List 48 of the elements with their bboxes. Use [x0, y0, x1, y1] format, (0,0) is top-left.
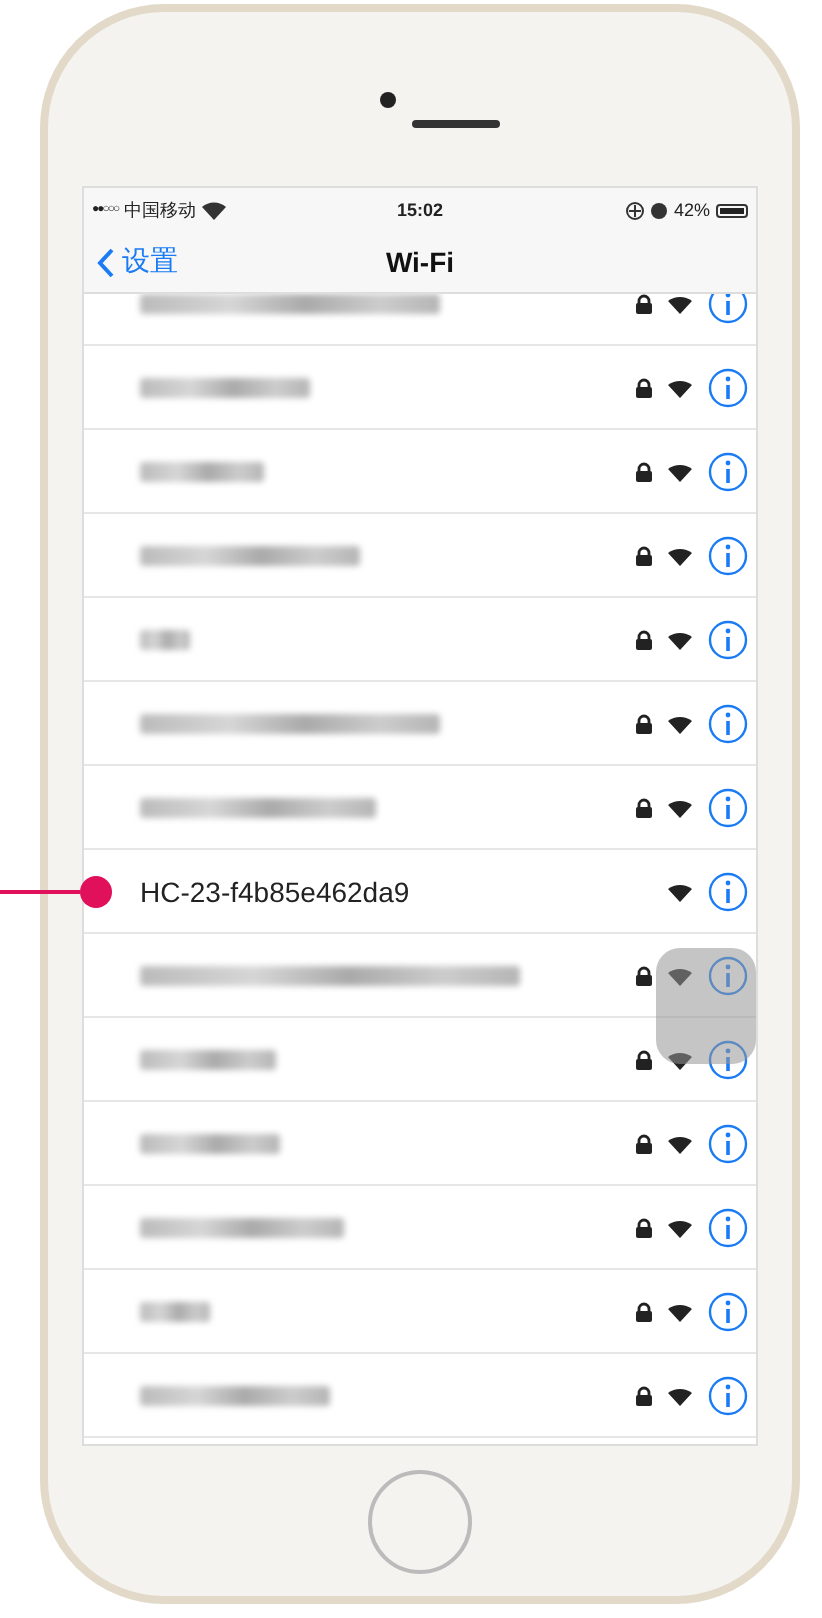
camera-icon	[380, 91, 396, 107]
wifi-icon	[666, 1216, 694, 1238]
info-icon	[708, 1375, 748, 1415]
info-icon	[708, 619, 748, 659]
info-icon	[708, 1123, 748, 1163]
wifi-icon	[666, 712, 694, 734]
battery-percent: 42%	[673, 200, 710, 220]
blurred-name	[140, 461, 264, 481]
info-icon	[708, 787, 748, 827]
wifi-icon	[666, 1300, 694, 1322]
clock-time: 15:02	[396, 200, 444, 220]
info-icon	[708, 1039, 748, 1079]
info-icon	[708, 955, 748, 995]
info-icon	[708, 451, 748, 491]
wifi-icon	[666, 628, 694, 650]
back-button[interactable]: 设置	[84, 244, 190, 280]
wifi-icon	[666, 294, 694, 314]
battery-icon	[716, 203, 748, 217]
info-icon	[708, 1291, 748, 1331]
wifi-icon	[666, 376, 694, 398]
blurred-name	[140, 629, 190, 649]
info-icon	[708, 294, 748, 323]
assistive-touch-button[interactable]	[656, 948, 756, 1064]
screen-title: Wi-Fi	[385, 246, 455, 278]
blurred-name	[140, 1133, 280, 1153]
chevron-left-icon	[96, 247, 114, 277]
info-icon	[708, 535, 748, 575]
carrier-name: 中国移动	[124, 197, 197, 223]
wifi-icon	[666, 1384, 694, 1406]
wifi-icon	[666, 1132, 694, 1154]
wifi-icon	[666, 460, 694, 482]
wifi-icon	[202, 200, 227, 220]
wifi-icon	[666, 1048, 694, 1070]
wifi-icon	[666, 544, 694, 566]
info-icon	[708, 1207, 748, 1247]
wifi-icon	[666, 964, 694, 986]
blurred-name	[140, 1301, 210, 1321]
blurred-name	[140, 1049, 276, 1069]
info-icon	[708, 367, 748, 407]
home-button[interactable]	[368, 1469, 472, 1573]
alarm-icon	[649, 201, 668, 219]
wifi-icon	[666, 796, 694, 818]
wifi-icon	[666, 880, 694, 902]
info-icon	[708, 871, 748, 911]
info-icon	[708, 703, 748, 743]
rotation-lock-icon	[625, 201, 644, 219]
speaker-icon	[412, 119, 500, 127]
network-name: HC-23-f4b85e462da9	[140, 875, 410, 907]
